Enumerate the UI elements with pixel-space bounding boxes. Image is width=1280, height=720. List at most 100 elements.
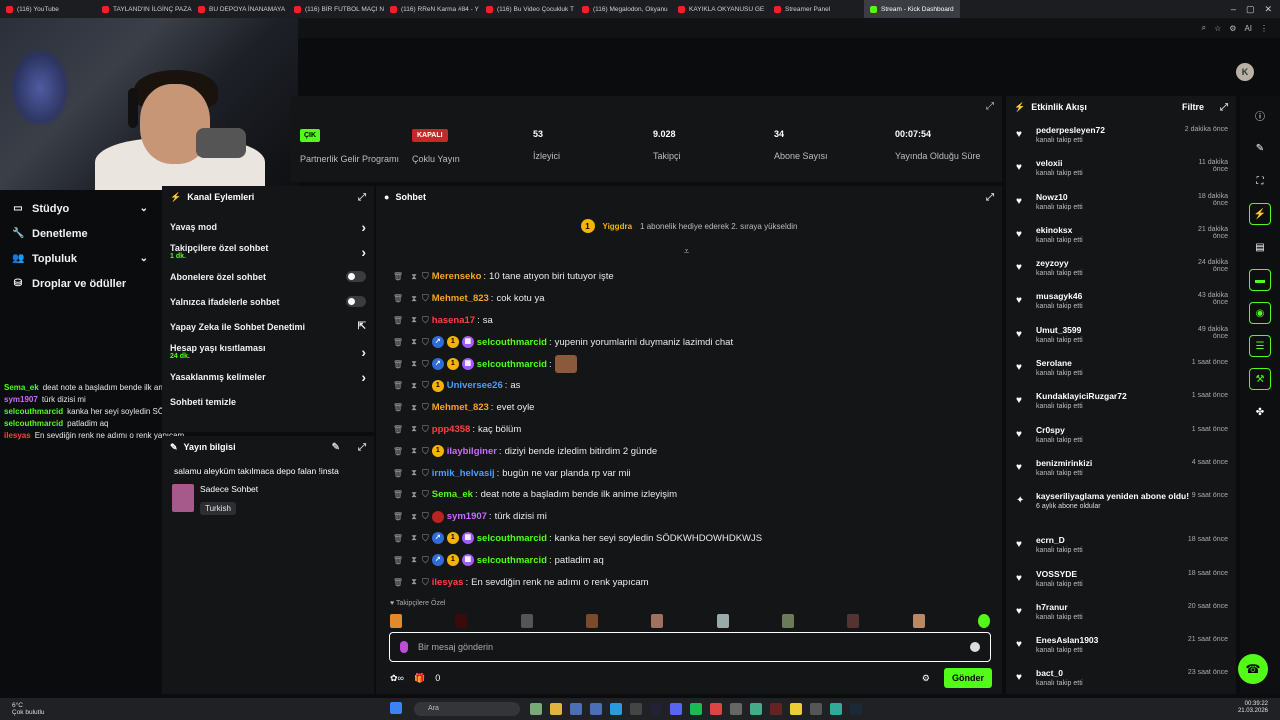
chat-username[interactable]: selcouthmarcid <box>477 533 547 544</box>
app-icon[interactable] <box>790 703 802 715</box>
timeout-icon[interactable]: ⧗ <box>406 512 422 522</box>
spotify-icon[interactable] <box>690 703 702 715</box>
browser-tab[interactable]: BU DEPOYA İNANAMAYA <box>192 0 288 18</box>
app-icon[interactable] <box>570 703 582 715</box>
chevron-right-icon[interactable]: › <box>361 244 366 260</box>
toggle-switch[interactable] <box>346 271 366 282</box>
chat-input[interactable]: Bir mesaj gönderin <box>389 632 991 662</box>
timeout-icon[interactable]: ⧗ <box>406 424 422 434</box>
chevron-down-icon[interactable]: ⌄ <box>140 203 148 214</box>
delete-icon[interactable]: 🗑 <box>390 381 406 390</box>
browser-tab[interactable]: (116) Megalodon, Okyanu <box>576 0 672 18</box>
maximize-icon[interactable]: ▢ <box>1246 4 1255 15</box>
browser-tab[interactable]: (116) Bu Video Çocukluk T <box>480 0 576 18</box>
timeout-icon[interactable]: ⧗ <box>406 315 422 325</box>
chat-username[interactable]: selcouthmarcid <box>477 337 547 348</box>
chat-username[interactable]: Universee26 <box>447 380 503 391</box>
profile-avatar[interactable]: K <box>1236 63 1254 81</box>
channel-action-row[interactable]: Takipçilere özel sohbet 1 dk. › <box>162 239 374 264</box>
app-icon[interactable] <box>810 703 822 715</box>
expand-icon[interactable]: ⤢ <box>1220 102 1228 113</box>
app-icon[interactable] <box>830 703 842 715</box>
chat-username[interactable]: ilesyas <box>432 577 464 588</box>
timeout-icon[interactable]: ⧗ <box>406 403 422 413</box>
chat-username[interactable]: sym1907 <box>447 511 487 522</box>
steam-icon[interactable] <box>850 703 862 715</box>
discord-icon[interactable] <box>670 703 682 715</box>
chrome-icon[interactable] <box>710 703 722 715</box>
chatter-avatar[interactable] <box>455 614 468 628</box>
app-icon[interactable] <box>750 703 762 715</box>
chevron-right-icon[interactable]: › <box>361 219 366 235</box>
timeout-icon[interactable]: ⧗ <box>406 272 422 282</box>
delete-icon[interactable]: 🗑 <box>390 556 406 565</box>
timeout-icon[interactable]: ⧗ <box>406 359 422 369</box>
browser-tab[interactable]: TAYLAND'IN İLGİNÇ PAZA <box>96 0 192 18</box>
chat-username[interactable]: selcouthmarcid <box>477 359 547 370</box>
delete-icon[interactable]: 🗑 <box>390 316 406 325</box>
points-icon[interactable]: ✿∞ <box>390 673 404 684</box>
chat-icon[interactable]: ▬ <box>1249 269 1271 291</box>
delete-icon[interactable]: 🗑 <box>390 360 406 369</box>
list-icon[interactable]: ☰ <box>1249 335 1271 357</box>
browser-tab[interactable]: (116) RReN Karma #84 - Y <box>384 0 480 18</box>
timeout-icon[interactable]: ⧗ <box>406 577 422 587</box>
external-link-icon[interactable]: ⇱ <box>358 321 366 332</box>
taskbar-search[interactable]: Ara <box>414 702 520 716</box>
chatter-avatar[interactable] <box>977 614 990 628</box>
chat-username[interactable]: Mehmet_823 <box>432 293 489 304</box>
extensions-icon[interactable]: ⚙ <box>1229 24 1236 33</box>
emoji-icon[interactable] <box>970 642 980 652</box>
channel-action-row[interactable]: Sohbeti temizle <box>162 389 374 414</box>
chat-username[interactable]: Mehmet_823 <box>432 402 489 413</box>
settings-icon[interactable]: ⚙ <box>922 673 930 684</box>
pen-icon[interactable]: ✎ <box>1249 137 1271 159</box>
chatter-avatar[interactable] <box>912 614 925 628</box>
nav-item-people[interactable]: 👥 Topluluk ⌄ <box>0 246 162 271</box>
chat-username[interactable]: selcouthmarcid <box>477 555 547 566</box>
send-button[interactable]: Gönder <box>943 668 992 688</box>
expand-icon[interactable]: ⤢ <box>986 192 994 203</box>
channel-action-row[interactable]: Yasaklanmış kelimeler › <box>162 364 374 389</box>
delete-icon[interactable]: 🗑 <box>390 294 406 303</box>
browser-tab[interactable]: Stream - Kick Dashboard <box>864 0 960 18</box>
timeout-icon[interactable]: ⧗ <box>406 337 422 347</box>
close-icon[interactable]: ✕ <box>1264 4 1272 15</box>
delete-icon[interactable]: 🗑 <box>390 469 406 478</box>
timeout-icon[interactable]: ⧗ <box>406 533 422 543</box>
chat-username[interactable]: hasena17 <box>432 315 475 326</box>
app-icon[interactable] <box>730 703 742 715</box>
zoom-icon[interactable]: ⌕ <box>1202 23 1206 33</box>
delete-icon[interactable]: 🗑 <box>390 272 406 281</box>
mic-icon[interactable] <box>400 641 408 653</box>
expand-icon[interactable]: ⤢ <box>358 442 366 453</box>
chat-username[interactable]: ppp4358 <box>432 424 471 435</box>
chat-username[interactable]: Merensekо <box>432 271 482 282</box>
delete-icon[interactable]: 🗑 <box>390 512 406 521</box>
broadcast-icon[interactable]: ◉ <box>1249 302 1271 324</box>
delete-icon[interactable]: 🗑 <box>390 425 406 434</box>
ai-extension[interactable]: AI <box>1244 24 1252 33</box>
timeout-icon[interactable]: ⧗ <box>406 381 422 391</box>
channel-action-row[interactable]: Hesap yaşı kısıtlaması 24 dk. › <box>162 339 374 364</box>
start-icon[interactable] <box>390 702 402 714</box>
delete-icon[interactable]: 🗑 <box>390 403 406 412</box>
delete-icon[interactable]: 🗑 <box>390 338 406 347</box>
chatter-avatar[interactable] <box>390 614 402 628</box>
timeout-icon[interactable]: ⧗ <box>406 446 422 456</box>
bolt-icon[interactable]: ⚡ <box>1249 203 1271 225</box>
app-icon[interactable] <box>770 703 782 715</box>
status-badge[interactable]: KAPALI <box>412 129 448 142</box>
scroll-to-bottom-icon[interactable]: ⩡ <box>684 246 689 257</box>
nav-item-gift[interactable]: ⛁ Droplar ve ödüller <box>0 271 162 296</box>
chatter-avatar[interactable] <box>716 614 729 628</box>
chat-username[interactable]: ilaybilginer <box>447 446 497 457</box>
timeout-icon[interactable]: ⧗ <box>406 555 422 565</box>
chatter-avatar[interactable] <box>847 614 860 628</box>
browser-tab[interactable]: (116) BİR FUTBOL MAÇI N <box>288 0 384 18</box>
wrench-icon[interactable]: ⚒ <box>1249 368 1271 390</box>
minimize-icon[interactable]: – <box>1231 4 1236 15</box>
app-icon[interactable] <box>590 703 602 715</box>
edge-icon[interactable] <box>610 703 622 715</box>
folder-icon[interactable] <box>550 703 562 715</box>
